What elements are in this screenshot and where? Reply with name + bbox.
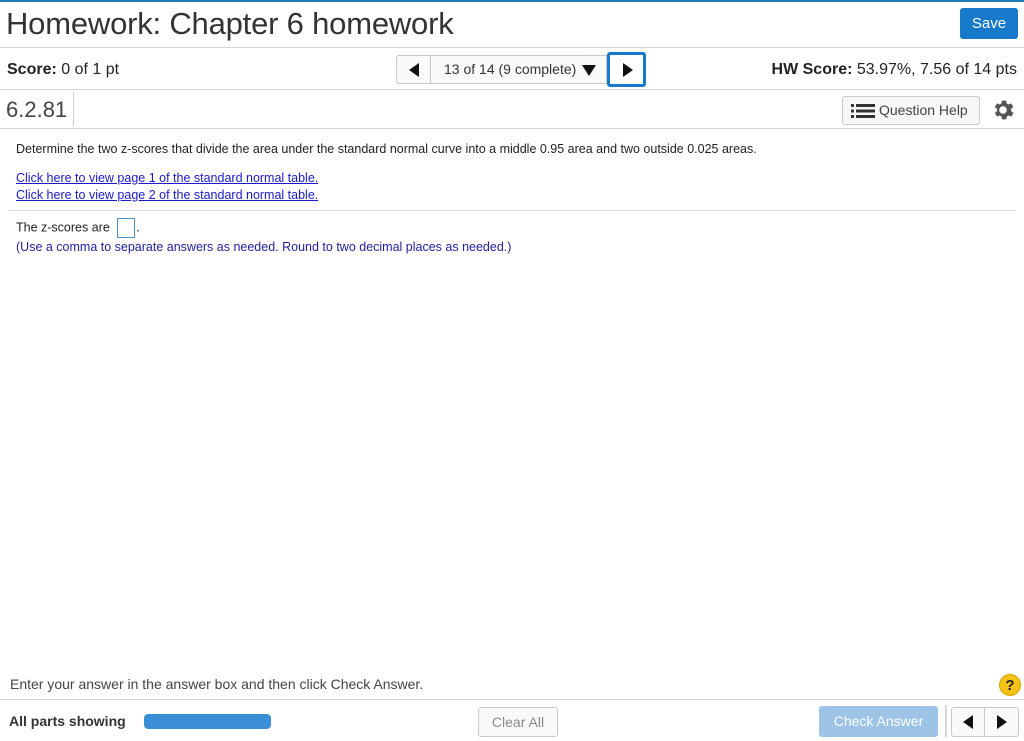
- question-help-label: Question Help: [879, 102, 968, 118]
- score-row: Score: 0 of 1 pt 13 of 14 (9 complete) H…: [0, 48, 1024, 90]
- question-selector[interactable]: 13 of 14 (9 complete): [430, 55, 607, 84]
- help-icon[interactable]: ?: [999, 674, 1021, 696]
- chevron-right-icon: [997, 715, 1007, 729]
- question-position: 13 of 14 (9 complete): [444, 61, 577, 77]
- divider: [8, 210, 1016, 211]
- parts-label: All parts showing: [9, 713, 126, 729]
- chevron-right-icon: [623, 63, 633, 77]
- list-icon: [851, 104, 875, 118]
- answer-suffix: .: [136, 220, 140, 235]
- answer-input[interactable]: [117, 218, 136, 238]
- chevron-left-icon: [409, 63, 419, 77]
- footer: All parts showing Clear All Check Answer: [0, 699, 1024, 741]
- normal-table-page1-link[interactable]: Click here to view page 1 of the standar…: [16, 171, 318, 185]
- clear-all-button[interactable]: Clear All: [478, 707, 558, 737]
- check-answer-button[interactable]: Check Answer: [819, 706, 938, 737]
- header: Homework: Chapter 6 homework Save: [0, 2, 1024, 48]
- normal-table-page2-link[interactable]: Click here to view page 2 of the standar…: [16, 188, 318, 202]
- footer-previous-button[interactable]: [951, 707, 985, 737]
- question-help-button[interactable]: Question Help: [842, 96, 980, 125]
- hw-score-value: 53.97%, 7.56 of 14 pts: [856, 61, 1017, 78]
- save-button[interactable]: Save: [960, 8, 1018, 39]
- next-question-button[interactable]: [607, 52, 646, 87]
- answer-prefix: The z-scores are: [16, 220, 110, 235]
- answer-line: The z-scores are .: [16, 218, 140, 238]
- progress-fill: [144, 714, 271, 729]
- question-header: 6.2.81 Question Help: [0, 90, 1024, 129]
- chevron-left-icon: [963, 715, 973, 729]
- question-number: 6.2.81: [0, 92, 74, 127]
- score-label: Score:: [7, 61, 57, 78]
- answer-hint: (Use a comma to separate answers as need…: [16, 240, 512, 254]
- previous-question-button[interactable]: [396, 55, 431, 84]
- instruction-text: Enter your answer in the answer box and …: [10, 676, 424, 692]
- page-title: Homework: Chapter 6 homework: [6, 6, 454, 41]
- caret-down-icon: [582, 65, 596, 76]
- divider: [945, 705, 947, 737]
- hw-score: HW Score: 53.97%, 7.56 of 14 pts: [772, 61, 1017, 79]
- progress-bar: [144, 714, 271, 729]
- footer-next-button[interactable]: [984, 707, 1019, 737]
- question-prompt: Determine the two z-scores that divide t…: [16, 142, 757, 156]
- hw-score-label: HW Score:: [771, 61, 853, 78]
- gear-icon[interactable]: [990, 97, 1016, 123]
- score-value: 0 of 1 pt: [61, 61, 120, 78]
- score: Score: 0 of 1 pt: [7, 61, 119, 79]
